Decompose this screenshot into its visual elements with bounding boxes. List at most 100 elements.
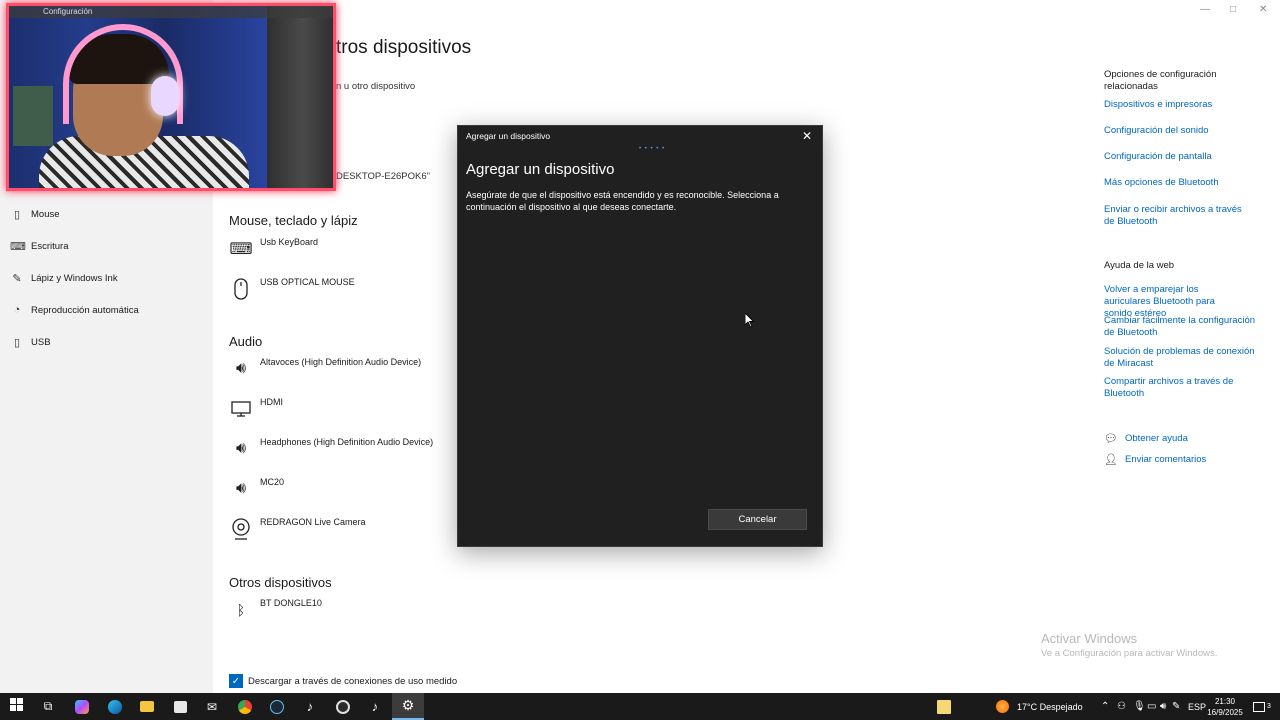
cancel-button[interactable]: Cancelar bbox=[708, 509, 807, 530]
sidebar-item-label: Escritura bbox=[31, 240, 69, 252]
close-window-button[interactable]: ✕ bbox=[1259, 4, 1267, 15]
tiktok-icon: ♪ bbox=[306, 699, 314, 714]
taskbar-app-mail[interactable]: ✉ bbox=[196, 693, 228, 720]
taskbar-app-obs[interactable] bbox=[327, 693, 359, 720]
taskbar-app-settings[interactable]: ⚙ bbox=[392, 693, 424, 720]
webcam-fridge bbox=[267, 6, 333, 188]
speaker-icon: 🔊︎ bbox=[235, 360, 247, 377]
bluetooth-icon: ᛒ bbox=[236, 602, 246, 618]
taskbar-app-notes[interactable] bbox=[928, 693, 960, 720]
link-sound-settings[interactable]: Configuración del sonido bbox=[1104, 125, 1259, 137]
get-help-label: Obtener ayuda bbox=[1125, 433, 1188, 444]
weather-widget[interactable]: 17°C Despejado bbox=[1017, 693, 1083, 720]
taskbar-app-edge[interactable] bbox=[99, 693, 131, 720]
device-name: MC20 bbox=[260, 477, 285, 487]
network-tray-icon[interactable]: ⚇ bbox=[1117, 693, 1126, 720]
webcam-shelf bbox=[13, 86, 53, 146]
link-share-files-bluetooth[interactable]: Compartir archivos a través de Bluetooth bbox=[1104, 376, 1234, 400]
sidebar-item-pen[interactable]: ✎ Lápiz y Windows Ink bbox=[0, 264, 213, 292]
device-name: REDRAGON Live Camera bbox=[260, 517, 366, 527]
get-help-link[interactable]: 💬︎ Obtener ayuda bbox=[1104, 432, 1188, 445]
device-item[interactable]: ᛒ BT DONGLE10 bbox=[229, 598, 469, 630]
help-chat-icon: 💬︎ bbox=[1104, 433, 1118, 445]
device-item[interactable]: 🔊︎ Headphones (High Definition Audio Dev… bbox=[229, 437, 469, 469]
taskbar-app-tiktok-live[interactable]: ♪ bbox=[359, 693, 391, 720]
monitor-icon bbox=[229, 397, 253, 421]
window-title: Configuración bbox=[43, 7, 93, 16]
mouse-cursor-icon bbox=[744, 311, 755, 333]
activation-watermark: Activar Windows Ve a Configuración para … bbox=[1041, 631, 1217, 659]
sidebar-item-typing[interactable]: ⌨ Escritura bbox=[0, 232, 213, 260]
related-settings-heading: Opciones de configuración relacionadas bbox=[1104, 69, 1217, 92]
sidebar-item-autoplay[interactable]: ◔ Reproducción automática bbox=[0, 296, 213, 324]
page-title: tros dispositivos bbox=[336, 37, 472, 58]
add-device-link[interactable]: n u otro dispositivo bbox=[336, 81, 415, 92]
autoplay-icon: ◔ bbox=[13, 304, 21, 316]
pen-menu-icon[interactable]: ✎ bbox=[1172, 693, 1180, 720]
usb-icon: ▯ bbox=[13, 336, 21, 349]
ethernet-icon[interactable]: ▭ bbox=[1147, 693, 1156, 720]
windows-logo-icon bbox=[9, 697, 23, 716]
taskbar-app-explorer[interactable] bbox=[131, 693, 163, 720]
mouse-icon: ▯ bbox=[13, 208, 21, 221]
keyboard-icon: ⌨ bbox=[10, 240, 26, 253]
taskbar-app-tiktok[interactable]: ♪ bbox=[294, 693, 326, 720]
feedback-link[interactable]: 👤︎ Enviar comentarios bbox=[1104, 453, 1206, 466]
store-icon bbox=[173, 700, 187, 713]
device-item[interactable]: ⌨ Usb KeyBoard bbox=[229, 237, 469, 269]
metered-download-checkbox[interactable]: ✓ Descargar a través de conexiones de us… bbox=[229, 674, 457, 688]
microphone-icon[interactable]: 🎙︎ bbox=[1133, 693, 1146, 720]
dialog-close-button[interactable]: ✕ bbox=[802, 129, 812, 143]
device-item[interactable]: HDMI bbox=[229, 397, 469, 429]
clock-time: 21:30 bbox=[1214, 697, 1236, 706]
device-item[interactable]: REDRAGON Live Camera bbox=[229, 517, 469, 549]
mouse-icon bbox=[229, 277, 253, 301]
taskbar-app-chrome[interactable] bbox=[229, 693, 261, 720]
device-name: Headphones (High Definition Audio Device… bbox=[260, 437, 434, 447]
device-item[interactable]: 🔊︎ MC20 bbox=[229, 477, 469, 509]
sidebar-item-mouse[interactable]: ▯ Mouse bbox=[0, 200, 213, 228]
clock[interactable]: 21:30 16/9/2025 bbox=[1200, 696, 1250, 718]
chevron-up-icon[interactable]: ⌃ bbox=[1101, 693, 1109, 720]
web-help-heading: Ayuda de la web bbox=[1104, 260, 1175, 271]
feedback-label: Enviar comentarios bbox=[1125, 454, 1207, 465]
progress-indicator: • • • • • bbox=[639, 146, 666, 152]
link-miracast-troubleshoot[interactable]: Solución de problemas de conexión de Mir… bbox=[1104, 346, 1256, 370]
link-display-settings[interactable]: Configuración de pantalla bbox=[1104, 151, 1259, 163]
activation-title: Activar Windows bbox=[1041, 631, 1138, 646]
gear-icon: ⚙ bbox=[401, 697, 415, 713]
task-view-button[interactable]: ⧉ bbox=[32, 693, 64, 720]
volume-icon[interactable]: 🔊︎ bbox=[1160, 693, 1166, 720]
minimize-button[interactable]: — bbox=[1200, 4, 1210, 15]
add-device-dialog: Agregar un dispositivo ✕ • • • • • Agreg… bbox=[457, 125, 823, 547]
weather-icon bbox=[996, 693, 1009, 720]
section-title-audio: Audio bbox=[229, 334, 263, 349]
link-more-bluetooth[interactable]: Más opciones de Bluetooth bbox=[1104, 177, 1259, 189]
edge-icon bbox=[108, 699, 122, 714]
feedback-icon: 👤︎ bbox=[1104, 454, 1118, 466]
device-name: Usb KeyBoard bbox=[260, 237, 319, 247]
start-button[interactable] bbox=[0, 693, 32, 720]
device-name: BT DONGLE10 bbox=[260, 598, 322, 608]
tiktok-icon: ♪ bbox=[371, 699, 379, 714]
taskbar: ⧉ ✉ ♪ ♪ ⚙ 17°C Despejado ⌃ ⚇ 🎙︎ ▭ 🔊︎ ✎ E… bbox=[0, 693, 1280, 720]
checkmark-icon: ✓ bbox=[229, 674, 243, 688]
chrome-icon bbox=[238, 699, 252, 714]
sidebar-item-label: Lápiz y Windows Ink bbox=[31, 272, 118, 284]
taskbar-app-store[interactable] bbox=[164, 693, 196, 720]
folder-icon bbox=[140, 701, 154, 712]
link-send-receive-bluetooth[interactable]: Enviar o recibir archivos a través de Bl… bbox=[1104, 204, 1254, 228]
taskbar-app-steam[interactable] bbox=[261, 693, 293, 720]
link-change-bluetooth[interactable]: Cambiar fácilmente la configuración de B… bbox=[1104, 315, 1256, 339]
taskbar-app-copilot[interactable] bbox=[66, 693, 98, 720]
notification-center-button[interactable]: 3 bbox=[1253, 693, 1271, 720]
copilot-icon bbox=[75, 699, 89, 714]
dialog-title: Agregar un dispositivo bbox=[466, 131, 551, 141]
device-item[interactable]: USB OPTICAL MOUSE bbox=[229, 277, 469, 309]
maximize-button[interactable]: □ bbox=[1230, 4, 1236, 15]
webcam-icon bbox=[229, 517, 253, 541]
link-devices-printers[interactable]: Dispositivos e impresoras bbox=[1104, 99, 1259, 111]
sidebar-item-usb[interactable]: ▯ USB bbox=[0, 328, 213, 356]
webcam-headset-earcup bbox=[151, 76, 179, 116]
device-item[interactable]: 🔊︎ Altavoces (High Definition Audio Devi… bbox=[229, 357, 469, 389]
